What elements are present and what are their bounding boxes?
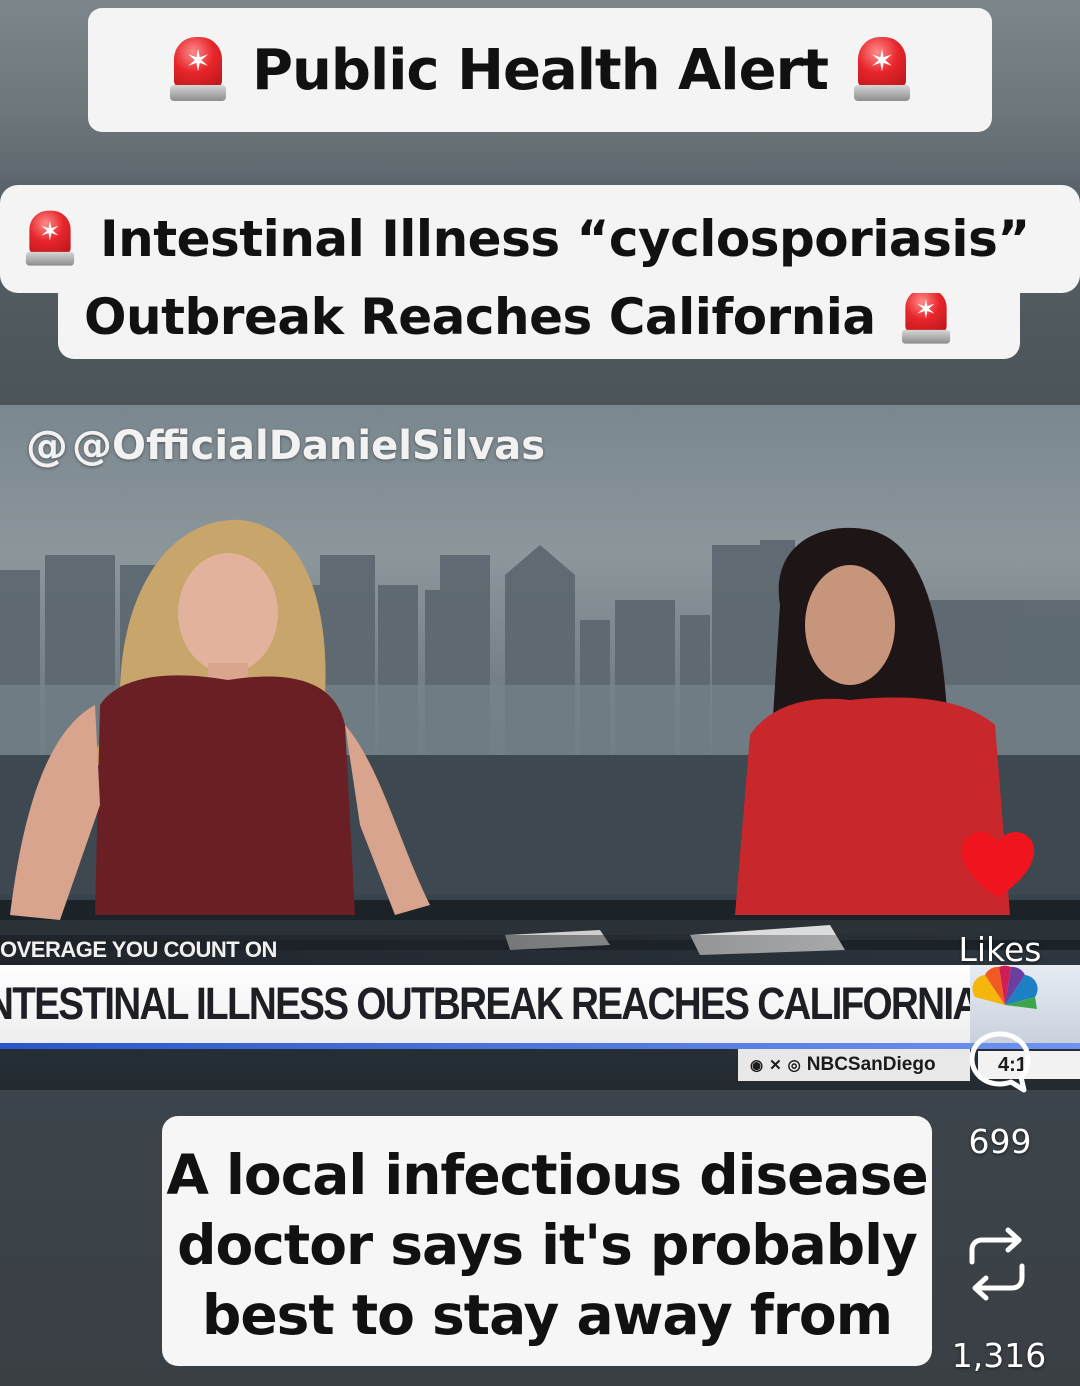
alert-banner: ✶ Public Health Alert ✶ (88, 8, 992, 132)
reel-screen: ✶ Public Health Alert ✶ Outbreak Reaches… (0, 0, 1080, 1386)
ticker-top: OVERAGE YOU COUNT ON (0, 935, 960, 965)
social-handle: NBCSanDiego (806, 1054, 936, 1075)
repost-icon (969, 1227, 1025, 1301)
creator-watermark: @ @OfficialDanielSilvas (26, 421, 545, 470)
ticker-top-text: OVERAGE YOU COUNT ON (0, 937, 277, 962)
repost-count: 1,316 (951, 1336, 1047, 1375)
facebook-icon: ◉ (750, 1057, 764, 1074)
subtitle-caption: A local infectious disease doctor says i… (162, 1116, 932, 1366)
comment-count: 699 (968, 1122, 1032, 1161)
headline-line-2: Outbreak Reaches California (84, 288, 876, 346)
comment-button[interactable] (966, 1028, 1034, 1096)
police-car-light-icon: ✶ (25, 210, 75, 268)
likes-label: Likes (958, 930, 1042, 969)
lower-third-banner: NTESTINAL ILLNESS OUTBREAK REACHES CALIF… (0, 965, 980, 1043)
heart-icon (962, 832, 1034, 898)
threads-icon: @ (26, 421, 68, 470)
headline-line-1: Intestinal Illness “cyclosporiasis” (100, 210, 1030, 268)
x-icon: ✕ (769, 1057, 782, 1074)
police-car-light-icon: ✶ (853, 37, 910, 103)
instagram-icon: ◎ (787, 1057, 801, 1074)
repost-button[interactable] (962, 1226, 1032, 1302)
social-handles-bar: ◉ ✕ ◎ NBCSanDiego (738, 1049, 970, 1081)
subtitle-text: A local infectious disease doctor says i… (166, 1143, 928, 1347)
comment-bubble-icon (969, 1031, 1031, 1093)
watermark-handle: @OfficialDanielSilvas (72, 422, 546, 469)
news-video-frame[interactable]: @ @OfficialDanielSilvas OVERAGE YOU COUN… (0, 405, 1080, 1090)
like-button[interactable] (960, 830, 1036, 902)
alert-title: Public Health Alert (252, 37, 829, 103)
lower-third-headline: NTESTINAL ILLNESS OUTBREAK REACHES CALIF… (0, 978, 980, 1029)
police-car-light-icon: ✶ (170, 37, 227, 103)
police-car-light-icon: ✶ (901, 288, 950, 346)
headline-box-top: ✶ Intestinal Illness “cyclosporiasis” (0, 185, 1080, 293)
